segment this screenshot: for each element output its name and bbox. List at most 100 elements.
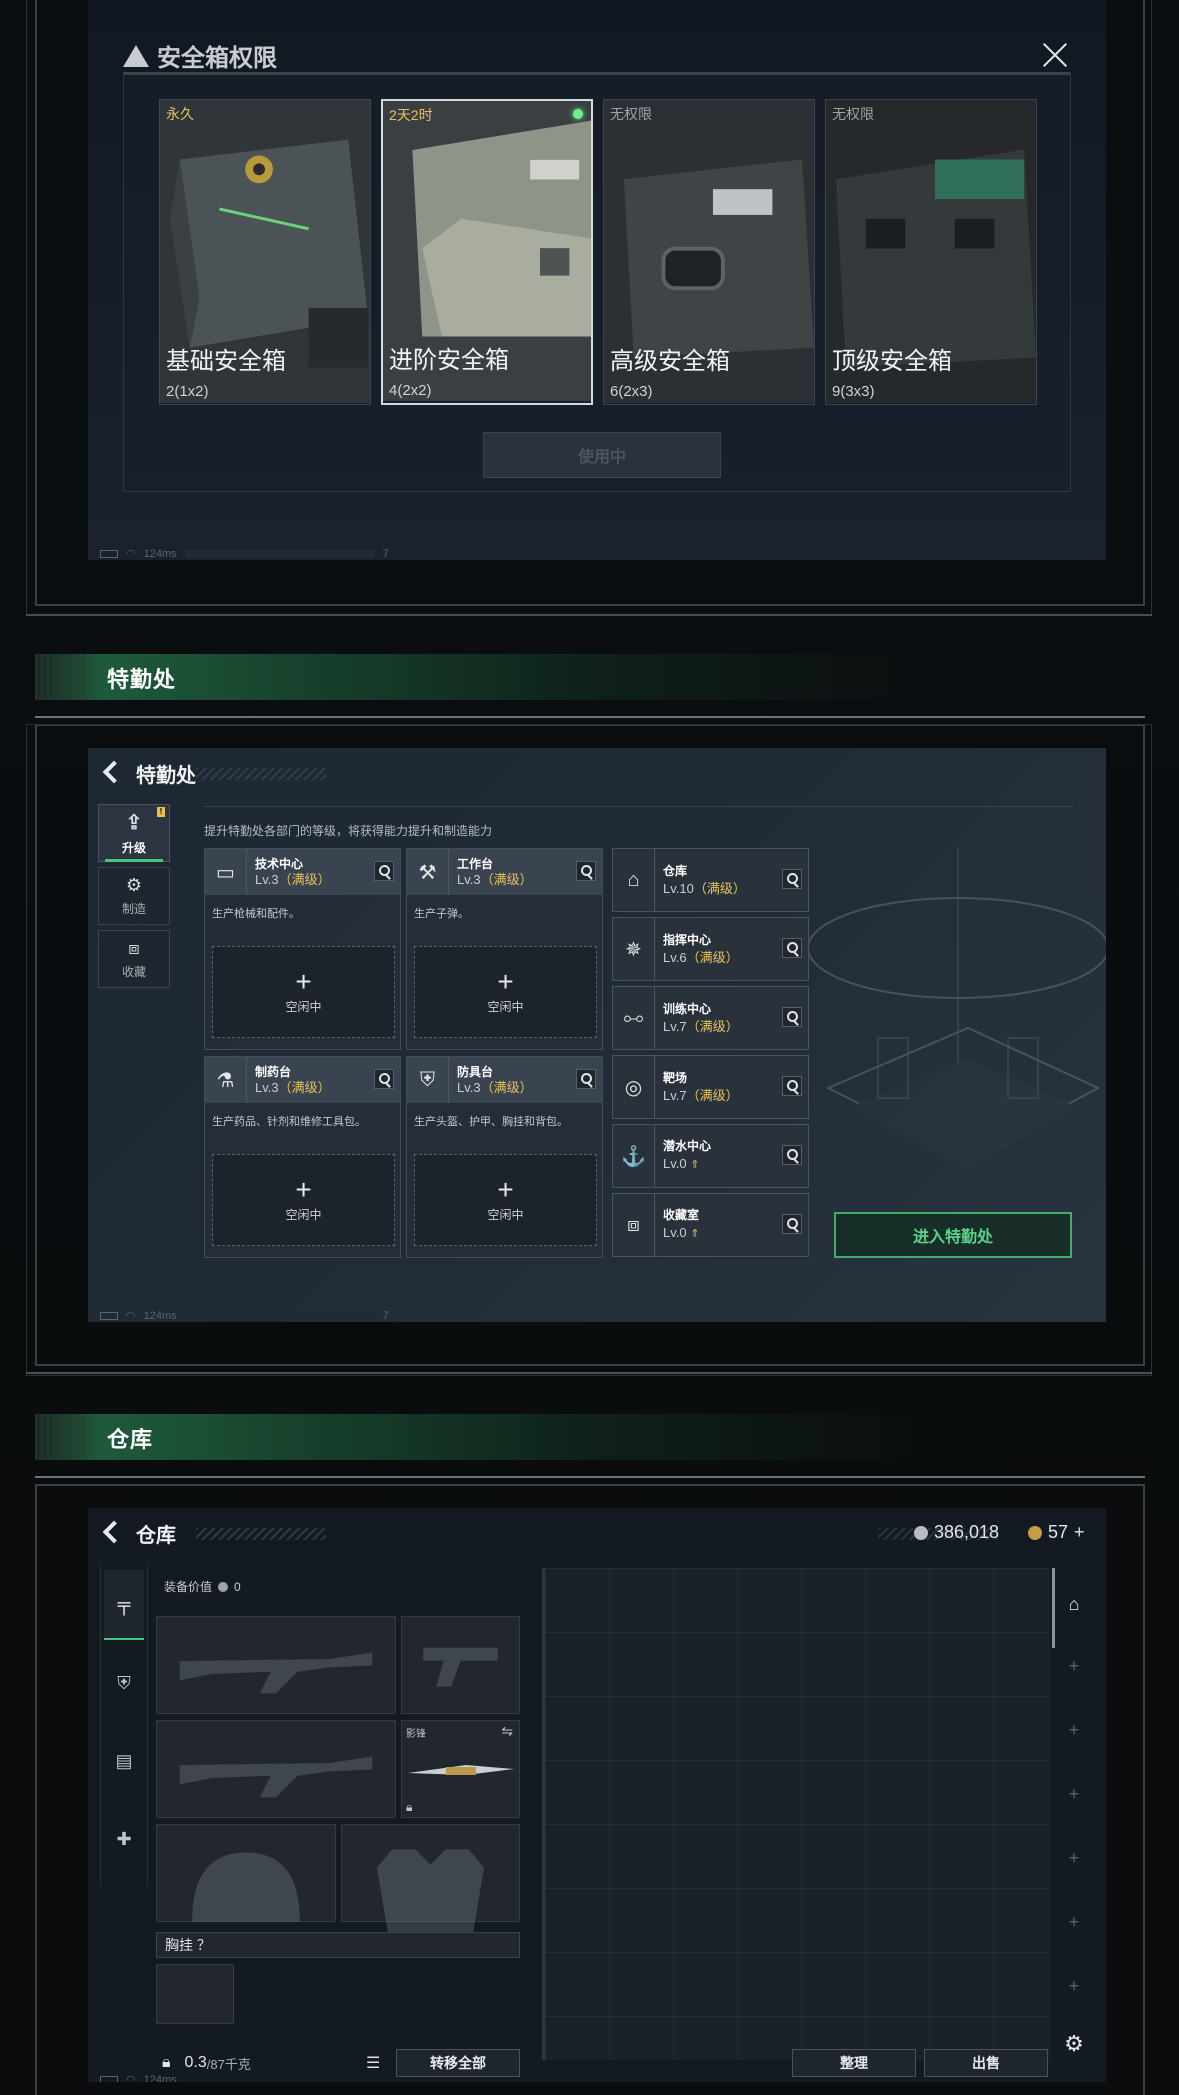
- facility-dive[interactable]: ⚓ 潜水中心 Lv.0 ⇑: [612, 1124, 809, 1188]
- gold-currency[interactable]: 57 +: [1028, 1522, 1085, 1543]
- tab-medkit[interactable]: ✚: [104, 1804, 144, 1874]
- body-armor-slot[interactable]: [341, 1824, 520, 1932]
- tab-consumables[interactable]: ▤: [104, 1726, 144, 1796]
- station-info: 工作台 Lv.3（满级）: [457, 857, 533, 887]
- add-storage-icon[interactable]: +: [1054, 1774, 1094, 1814]
- command-icon: ✵: [613, 918, 655, 980]
- special-screen: 特勤处 ! ⇪ 升级 ⚙ 制造 ⧈ 收藏 提升特勤处各部门的等级，将获得能力提升…: [88, 748, 1106, 1322]
- safebox-name: 进阶安全箱: [389, 347, 509, 374]
- secondary-weapon-slot[interactable]: [156, 1720, 396, 1818]
- status-tail: 7: [382, 547, 389, 560]
- facility-name: 指挥中心: [663, 933, 712, 947]
- slot-status: 空闲中: [285, 1207, 322, 1222]
- silver-coin-icon: [218, 1581, 229, 1592]
- station-level: Lv.3（满级）: [255, 1080, 331, 1095]
- search-icon[interactable]: [782, 1214, 802, 1234]
- search-icon[interactable]: [374, 1069, 394, 1089]
- in-use-button: 使用中: [483, 432, 721, 478]
- station-name: 技术中心: [255, 857, 304, 871]
- equipment-value-amount: 0: [234, 1579, 241, 1594]
- station-level: Lv.3（满级）: [457, 1080, 533, 1095]
- section-rule: [35, 1476, 1145, 1478]
- add-gold-icon[interactable]: +: [1074, 1522, 1085, 1543]
- safebox-title: 安全箱权限: [123, 38, 277, 73]
- back-arrow-icon[interactable]: [102, 1521, 122, 1543]
- silver-coin-icon: [914, 1525, 928, 1540]
- search-icon[interactable]: [782, 1007, 802, 1027]
- list-icon[interactable]: ☰: [366, 2053, 380, 2073]
- special-description: 提升特勤处各部门的等级，将获得能力提升和制造能力: [204, 824, 493, 838]
- upgrade-icon: ⇪: [125, 812, 143, 834]
- station-info: 防具台 Lv.3（满级）: [457, 1065, 533, 1095]
- section-rule: [35, 716, 1145, 718]
- safebox-card-top[interactable]: 无权限 顶级安全箱 9(3x3): [825, 99, 1037, 405]
- sell-button[interactable]: 出售: [924, 2049, 1048, 2077]
- melee-slot[interactable]: 影锋 ⇋ 🔒︎: [401, 1720, 520, 1818]
- tab-upgrade[interactable]: ! ⇪ 升级: [98, 804, 170, 862]
- add-storage-icon[interactable]: +: [1054, 1966, 1094, 2006]
- add-storage-icon[interactable]: +: [1054, 1710, 1094, 1750]
- add-storage-icon[interactable]: +: [1054, 1646, 1094, 1686]
- production-slot[interactable]: + 空闲中: [414, 1154, 597, 1246]
- ping-text: 124ms: [143, 2073, 177, 2083]
- search-icon[interactable]: [782, 1076, 802, 1096]
- station-header: ▭ 技术中心 Lv.3（满级）: [205, 849, 400, 895]
- search-icon[interactable]: [576, 1069, 596, 1089]
- tab-collection[interactable]: ⧈ 收藏: [98, 930, 170, 988]
- station-description: 生产头盔、护甲、胸挂和背包。: [414, 1116, 568, 1128]
- facility-collection-room[interactable]: ⧈ 收藏室 Lv.0 ⇑: [612, 1193, 809, 1257]
- enter-special-button[interactable]: 进入特勤处: [834, 1212, 1072, 1258]
- facility-range[interactable]: ◎ 靶场 Lv.7（满级）: [612, 1055, 809, 1119]
- helmet-slot[interactable]: [156, 1824, 336, 1922]
- swap-icon[interactable]: ⇋: [501, 1723, 513, 1740]
- add-storage-icon[interactable]: +: [1054, 1902, 1094, 1942]
- tab-armor[interactable]: ⛨: [104, 1648, 144, 1718]
- add-storage-icon[interactable]: +: [1054, 1838, 1094, 1878]
- search-icon[interactable]: [782, 869, 802, 889]
- station-card-tech: ▭ 技术中心 Lv.3（满级） 生产枪械和配件。 + 空闲中: [204, 848, 401, 1050]
- chest-rig-item-slot[interactable]: [156, 1964, 234, 2024]
- warehouse-icon: ⌂: [613, 849, 655, 911]
- tab-craft[interactable]: ⚙ 制造: [98, 867, 170, 925]
- search-icon[interactable]: [782, 938, 802, 958]
- clipboard-icon: ▤: [115, 1750, 133, 1771]
- pistol-slot[interactable]: [401, 1616, 520, 1714]
- chest-rig-slot[interactable]: 胸挂 ？: [156, 1932, 520, 1958]
- production-slot[interactable]: + 空闲中: [212, 1154, 395, 1246]
- facility-warehouse[interactable]: ⌂ 仓库 Lv.10（满级）: [612, 848, 809, 912]
- knife-icon: [408, 1765, 514, 1775]
- safebox-card-basic[interactable]: 永久 基础安全箱 2(1x2): [159, 99, 371, 405]
- transfer-all-button[interactable]: 转移全部: [396, 2049, 520, 2077]
- status-bar: ◠ 124ms: [100, 2073, 177, 2082]
- status-tail: 7: [382, 1309, 389, 1322]
- facility-command[interactable]: ✵ 指挥中心 Lv.6（满级）: [612, 917, 809, 981]
- title-hatch: [196, 1528, 326, 1540]
- max-level-tag: （满级）: [278, 1080, 331, 1095]
- facility-training[interactable]: ⧟ 训练中心 Lv.7（满级）: [612, 986, 809, 1050]
- close-icon[interactable]: [1042, 42, 1068, 68]
- page: 安全箱权限 永久 基础安全箱 2(1x2) 2天2时 进阶安全箱 4(2x2) …: [0, 0, 1179, 2095]
- battery-icon: [100, 2075, 118, 2082]
- search-icon[interactable]: [374, 861, 394, 881]
- storage-grid[interactable]: [542, 1568, 1050, 2060]
- search-icon[interactable]: [782, 1145, 802, 1165]
- safebox-panel: 永久 基础安全箱 2(1x2) 2天2时 进阶安全箱 4(2x2) 无权限 高级…: [123, 72, 1071, 492]
- back-arrow-icon[interactable]: [102, 761, 122, 783]
- wifi-icon: ◠: [126, 548, 136, 560]
- production-slot[interactable]: + 空闲中: [212, 946, 395, 1038]
- production-slot[interactable]: + 空闲中: [414, 946, 597, 1038]
- safebox-card-advanced[interactable]: 2天2时 进阶安全箱 4(2x2): [381, 99, 593, 405]
- sort-button[interactable]: 整理: [792, 2049, 916, 2077]
- primary-weapon-slot[interactable]: [156, 1616, 396, 1714]
- special-topbar: 特勤处: [88, 748, 1106, 796]
- settings-gear-icon[interactable]: ⚙: [1054, 2024, 1094, 2064]
- max-level-tag: （满级）: [278, 872, 331, 887]
- safebox-tag: 无权限: [832, 106, 874, 122]
- tab-weapons[interactable]: ╤: [104, 1570, 144, 1640]
- warehouse-icon[interactable]: ⌂: [1054, 1584, 1094, 1624]
- safebox-card-premium[interactable]: 无权限 高级安全箱 6(2x3): [603, 99, 815, 405]
- search-icon[interactable]: [576, 861, 596, 881]
- tab-label: 收藏: [121, 965, 146, 979]
- level-value: Lv.6: [663, 950, 687, 965]
- lock-icon: 🔒︎: [406, 1800, 413, 1814]
